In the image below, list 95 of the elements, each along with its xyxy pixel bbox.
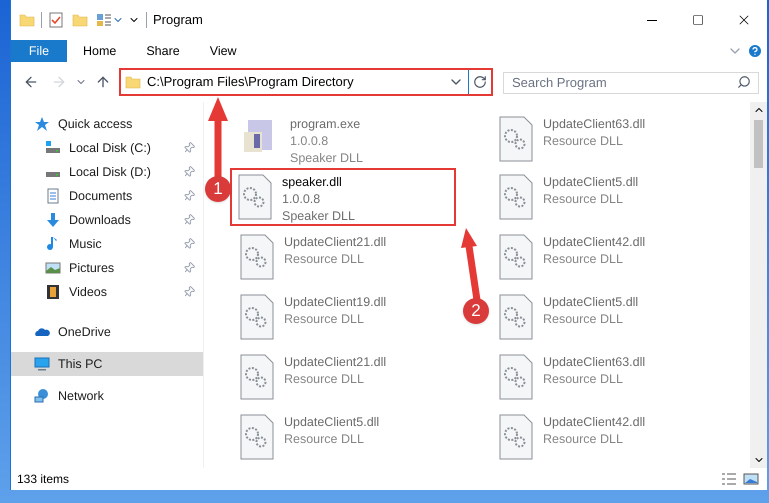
address-bar[interactable]: C:\Program Files\Program Directory <box>119 68 493 96</box>
file-name: UpdateClient21.dll <box>284 234 386 251</box>
file-name: UpdateClient21.dll <box>284 354 386 371</box>
up-icon[interactable] <box>95 74 111 90</box>
computer-icon <box>34 356 50 372</box>
file-version: 1.0.0.8 <box>282 191 322 208</box>
file-name: UpdateClient19.dll <box>284 294 386 311</box>
new-folder-icon <box>72 12 88 28</box>
file-item[interactable]: UpdateClient21.dll Resource DLL <box>232 348 458 406</box>
drive-icon <box>45 140 61 156</box>
ribbon-tab[interactable]: Share <box>132 40 194 62</box>
settings-file-icon <box>240 414 274 460</box>
file-item[interactable]: UpdateClient5.dll Resource DLL <box>232 408 458 466</box>
scroll-thumb[interactable] <box>754 120 763 168</box>
window-title: Program <box>153 11 203 30</box>
file-description: Resource DLL <box>543 251 624 268</box>
large-icons-view-icon[interactable] <box>743 471 759 487</box>
file-name: UpdateClient63.dll <box>543 116 646 133</box>
file-name: UpdateClient42.dll <box>543 414 646 431</box>
file-name: UpdateClient5.dll <box>284 414 380 431</box>
image-icon <box>45 260 61 276</box>
file-description: Speaker DLL <box>290 150 363 167</box>
sidebar-item[interactable]: OneDrive <box>11 320 203 344</box>
file-description: Resource DLL <box>543 191 624 208</box>
file-menu-button[interactable]: File <box>11 40 67 62</box>
file-name: UpdateClient42.dll <box>543 234 646 251</box>
file-item[interactable]: UpdateClient42.dll Resource DLL <box>491 228 717 286</box>
file-description: Resource DLL <box>543 311 624 328</box>
checklist-icon[interactable] <box>48 12 64 28</box>
ribbon-tab[interactable]: Home <box>69 40 130 62</box>
step-number-badge: 2 <box>463 298 489 324</box>
file-item[interactable]: program.exe 1.0.0.8 Speaker DLL <box>232 110 458 168</box>
back-icon[interactable] <box>23 74 39 90</box>
file-item[interactable]: UpdateClient21.dll Resource DLL <box>232 228 458 286</box>
file-description: Resource DLL <box>284 431 365 448</box>
settings-file-icon <box>499 294 533 340</box>
help-icon[interactable] <box>747 43 763 59</box>
settings-file-icon <box>240 234 274 280</box>
file-item[interactable]: UpdateClient19.dll Resource DLL <box>232 288 458 346</box>
sidebar-item[interactable]: Quick access <box>11 112 203 136</box>
film-icon <box>45 284 61 300</box>
file-description: Resource DLL <box>543 431 624 448</box>
scrollbar[interactable] <box>750 102 767 468</box>
settings-file-icon <box>499 414 533 460</box>
sidebar-item[interactable]: Network <box>11 384 203 408</box>
sidebar-item[interactable]: Music <box>11 232 203 256</box>
maximize-icon <box>692 14 704 26</box>
file-item[interactable]: UpdateClient63.dll Resource DLL <box>491 110 717 168</box>
file-description: Resource DLL <box>284 251 365 268</box>
network-icon <box>34 388 50 404</box>
settings-file-icon <box>499 234 533 280</box>
file-description: Resource DLL <box>284 311 365 328</box>
file-name: UpdateClient5.dll <box>543 174 638 191</box>
file-name: UpdateClient63.dll <box>543 354 646 371</box>
details-view-icon[interactable] <box>721 471 737 487</box>
file-name: speaker.dll <box>282 174 343 191</box>
settings-file-icon <box>499 116 533 162</box>
sidebar-item[interactable]: Downloads <box>11 208 203 232</box>
settings-file-icon <box>240 354 274 400</box>
sidebar-item[interactable]: Documents <box>11 184 203 208</box>
sidebar-item[interactable]: Pictures <box>11 256 203 280</box>
star-icon <box>34 116 50 132</box>
file-description: Resource DLL <box>543 133 624 150</box>
folder-icon <box>19 12 35 28</box>
file-description: Speaker DLL <box>282 208 355 225</box>
address-path: C:\Program Files\Program Directory <box>147 73 355 92</box>
refresh-icon[interactable] <box>473 75 487 89</box>
file-version: 1.0.0.8 <box>290 133 330 150</box>
sidebar-item[interactable]: Videos <box>11 280 203 304</box>
file-name: program.exe <box>290 116 362 133</box>
file-description: Resource DLL <box>543 371 624 388</box>
sidebar-item[interactable]: This PC <box>11 352 203 376</box>
file-name: UpdateClient5.dll <box>543 294 638 311</box>
drive-icon <box>46 172 60 177</box>
file-item[interactable]: UpdateClient5.dll Resource DLL <box>491 288 717 346</box>
item-count: 133 items <box>17 471 70 488</box>
sidebar-item[interactable]: Local Disk (D:) <box>11 160 203 184</box>
settings-file-icon <box>499 354 533 400</box>
file-item[interactable]: speaker.dll 1.0.0.8 Speaker DLL <box>230 168 456 226</box>
ribbon-tab[interactable]: View <box>196 40 251 62</box>
file-item[interactable]: UpdateClient5.dll Resource DLL <box>491 168 717 226</box>
settings-file-icon <box>240 294 274 340</box>
search-icon[interactable] <box>737 75 751 89</box>
file-item[interactable]: UpdateClient63.dll Resource DLL <box>491 348 717 406</box>
download-icon <box>45 212 61 228</box>
sidebar-item[interactable]: Local Disk (C:) <box>11 136 203 160</box>
file-description: Resource DLL <box>284 371 365 388</box>
document-icon <box>45 188 61 204</box>
settings-file-icon <box>238 174 272 220</box>
settings-file-icon <box>499 174 533 220</box>
properties-icon[interactable] <box>96 12 112 28</box>
file-item[interactable]: UpdateClient42.dll Resource DLL <box>491 408 717 466</box>
step-number-badge: 1 <box>205 176 231 202</box>
folder-icon <box>125 74 141 90</box>
search-field[interactable]: Search Program <box>503 72 759 94</box>
